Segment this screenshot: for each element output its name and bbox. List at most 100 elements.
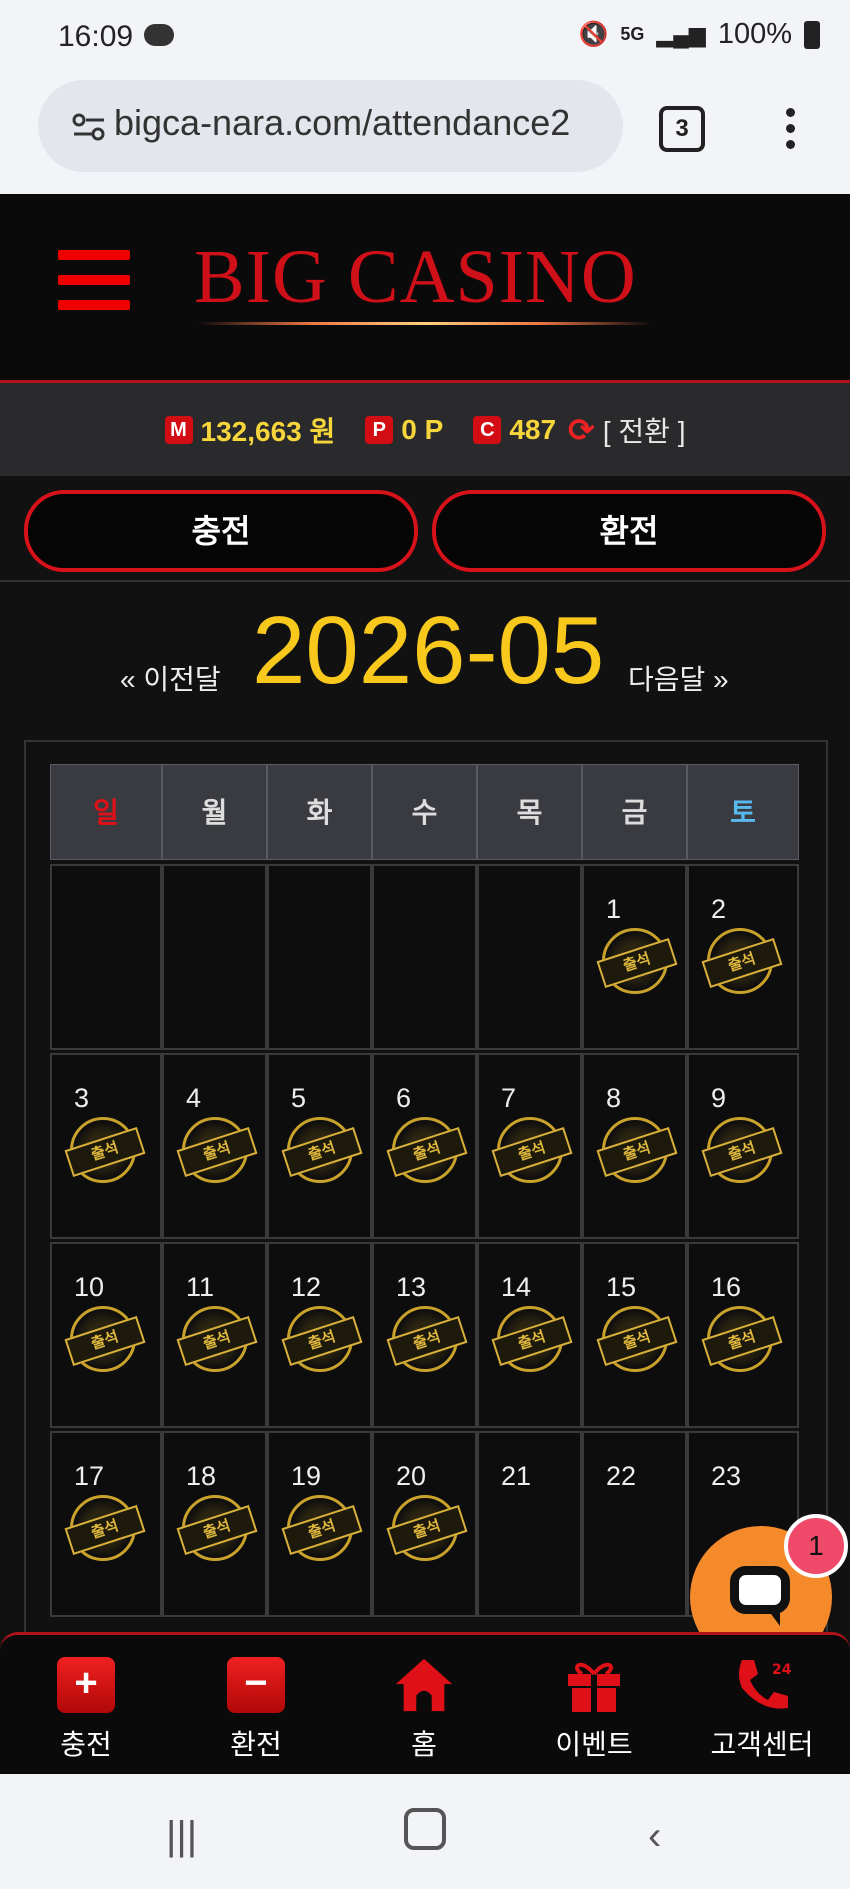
- refresh-icon[interactable]: ⟳: [568, 411, 595, 449]
- chat-icon: [730, 1566, 790, 1614]
- nav-label: 이벤트: [555, 1729, 633, 1760]
- stamp-label: 출석: [596, 1126, 678, 1178]
- calendar-day-cell: 5 출석: [267, 1053, 372, 1239]
- signal-icon: ▂▄▆: [656, 21, 706, 47]
- address-bar[interactable]: bigca-nara.com/attendance2: [38, 80, 623, 172]
- action-buttons: 충전 환전: [0, 476, 850, 582]
- deposit-button[interactable]: 충전: [24, 490, 418, 572]
- attendance-stamp-icon: 출석: [701, 928, 783, 994]
- calendar-day-cell: [50, 864, 162, 1050]
- calendar-day-cell: 8 출석: [582, 1053, 687, 1239]
- site-logo[interactable]: BIG CASINO: [194, 234, 637, 321]
- svg-text:24: 24: [772, 1662, 792, 1678]
- withdraw-button[interactable]: 환전: [432, 490, 826, 572]
- calendar-day-cell: 22: [582, 1431, 687, 1617]
- day-number: 18: [186, 1461, 217, 1491]
- day-number: 15: [606, 1272, 637, 1302]
- day-number: 19: [291, 1461, 322, 1491]
- day-number: 14: [501, 1272, 532, 1302]
- attendance-stamp-icon: 출석: [176, 1117, 258, 1183]
- day-number: 10: [74, 1272, 105, 1302]
- stamp-label: 출석: [701, 937, 783, 989]
- more-menu-icon[interactable]: [786, 108, 796, 156]
- nav-label: 고객센터: [710, 1729, 814, 1760]
- stamp-label: 출석: [596, 937, 678, 989]
- calendar-day-cell: 7 출석: [477, 1053, 582, 1239]
- day-number: 17: [74, 1461, 105, 1491]
- status-bar: 16:09 🔇 5G ▂▄▆ 100%: [0, 0, 850, 78]
- site-settings-icon[interactable]: [72, 112, 106, 142]
- stamp-label: 출석: [176, 1126, 258, 1178]
- attendance-stamp-icon: 출석: [596, 1117, 678, 1183]
- month-navigation: « 이전달 2026-05 다음달 »: [0, 590, 850, 710]
- nav-deposit[interactable]: + 충전: [26, 1655, 146, 1763]
- plus-icon: +: [57, 1657, 115, 1713]
- nav-withdraw[interactable]: − 환전: [196, 1655, 316, 1763]
- calendar-day-cell: 15 출석: [582, 1242, 687, 1428]
- chat-badge: 1: [784, 1514, 848, 1578]
- gift-icon: [568, 1662, 620, 1712]
- nav-event[interactable]: 이벤트: [534, 1655, 654, 1763]
- weekday-header: 월: [162, 764, 267, 860]
- weekday-header: 수: [372, 764, 477, 860]
- calendar-day-cell: 20 출석: [372, 1431, 477, 1617]
- calendar-day-cell: [477, 864, 582, 1050]
- weekday-header: 토: [687, 764, 799, 860]
- tab-switcher-button[interactable]: 3: [659, 106, 705, 152]
- system-nav-bar: ||| ‹: [0, 1774, 850, 1889]
- url-text[interactable]: bigca-nara.com/attendance2: [114, 102, 570, 144]
- money-badge-icon: M: [164, 415, 193, 444]
- recents-icon[interactable]: |||: [166, 1814, 197, 1859]
- current-month: 2026-05: [252, 597, 605, 704]
- home-icon: [395, 1658, 453, 1712]
- day-number: 12: [291, 1272, 322, 1302]
- coin-balance: 487: [509, 413, 557, 445]
- stamp-label: 출석: [701, 1126, 783, 1178]
- nav-home[interactable]: 홈: [364, 1655, 484, 1763]
- attendance-stamp-icon: 출석: [64, 1117, 146, 1183]
- day-number: 23: [711, 1461, 742, 1491]
- attendance-stamp-icon: 출석: [281, 1495, 363, 1561]
- weekday-header: 금: [582, 764, 687, 860]
- attendance-stamp-icon: 출석: [176, 1306, 258, 1372]
- calendar-day-cell: 2 출석: [687, 864, 799, 1050]
- attendance-stamp-icon: 출석: [386, 1117, 468, 1183]
- calendar-day-cell: 16 출석: [687, 1242, 799, 1428]
- stamp-label: 출석: [491, 1315, 573, 1367]
- calendar-day-cell: 4 출석: [162, 1053, 267, 1239]
- battery-icon: [804, 20, 820, 49]
- stamp-label: 출석: [596, 1315, 678, 1367]
- attendance-stamp-icon: 출석: [64, 1495, 146, 1561]
- back-icon[interactable]: ‹: [648, 1814, 661, 1859]
- switch-button[interactable]: [ 전환 ]: [603, 410, 686, 450]
- minus-icon: −: [227, 1657, 285, 1713]
- attendance-stamp-icon: 출석: [491, 1117, 573, 1183]
- nav-support[interactable]: 24 고객센터: [702, 1655, 822, 1763]
- day-number: 3: [74, 1083, 90, 1113]
- day-number: 7: [501, 1083, 517, 1113]
- stamp-label: 출석: [386, 1504, 468, 1556]
- calendar-day-cell: 13 출석: [372, 1242, 477, 1428]
- stamp-label: 출석: [386, 1126, 468, 1178]
- status-icons: 🔇 5G ▂▄▆ 100%: [578, 18, 820, 51]
- calendar-day-cell: 18 출석: [162, 1431, 267, 1617]
- bottom-nav: + 충전 − 환전 홈 이벤트 24 고객센터: [0, 1632, 850, 1777]
- prev-month-link[interactable]: « 이전달: [120, 658, 221, 698]
- attendance-stamp-icon: 출석: [64, 1306, 146, 1372]
- menu-icon[interactable]: [58, 250, 130, 325]
- nav-label: 환전: [230, 1729, 282, 1760]
- point-balance: 0 P: [401, 413, 444, 445]
- weekday-header: 목: [477, 764, 582, 860]
- day-number: 22: [606, 1461, 637, 1491]
- next-month-link[interactable]: 다음달 »: [628, 658, 729, 698]
- attendance-stamp-icon: 출석: [386, 1306, 468, 1372]
- calendar-day-cell: 19 출석: [267, 1431, 372, 1617]
- battery-label: 100%: [717, 18, 792, 50]
- home-circle-icon[interactable]: [404, 1808, 446, 1850]
- calendar-day-cell: [267, 864, 372, 1050]
- attendance-stamp-icon: 출석: [491, 1306, 573, 1372]
- site-header: BIG CASINO: [0, 194, 850, 383]
- stamp-label: 출석: [281, 1315, 363, 1367]
- attendance-stamp-icon: 출석: [386, 1495, 468, 1561]
- balance-bar: M 132,663 원 P 0 P C 487 ⟳ [ 전환 ]: [0, 383, 850, 476]
